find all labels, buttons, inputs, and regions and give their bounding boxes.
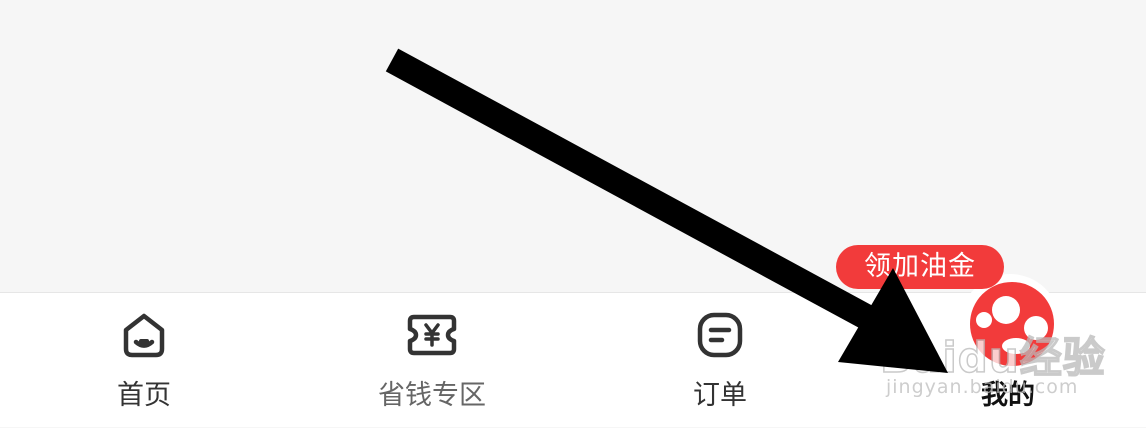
tab-home[interactable]: 首页 (34, 293, 254, 428)
tab-orders[interactable]: 订单 (610, 293, 830, 428)
coupon-yen-icon (407, 314, 457, 356)
tab-savings-zone[interactable]: 省钱专区 (322, 293, 542, 428)
order-list-icon (697, 312, 743, 358)
promo-badge-fuel-reward[interactable]: 领加油金 (836, 245, 1004, 289)
tab-mine-label: 我的 (981, 380, 1035, 411)
tab-orders-label: 订单 (693, 380, 747, 411)
tab-savings-zone-label: 省钱专区 (378, 380, 486, 411)
tab-home-label: 首页 (117, 380, 171, 411)
home-icon (123, 313, 165, 358)
